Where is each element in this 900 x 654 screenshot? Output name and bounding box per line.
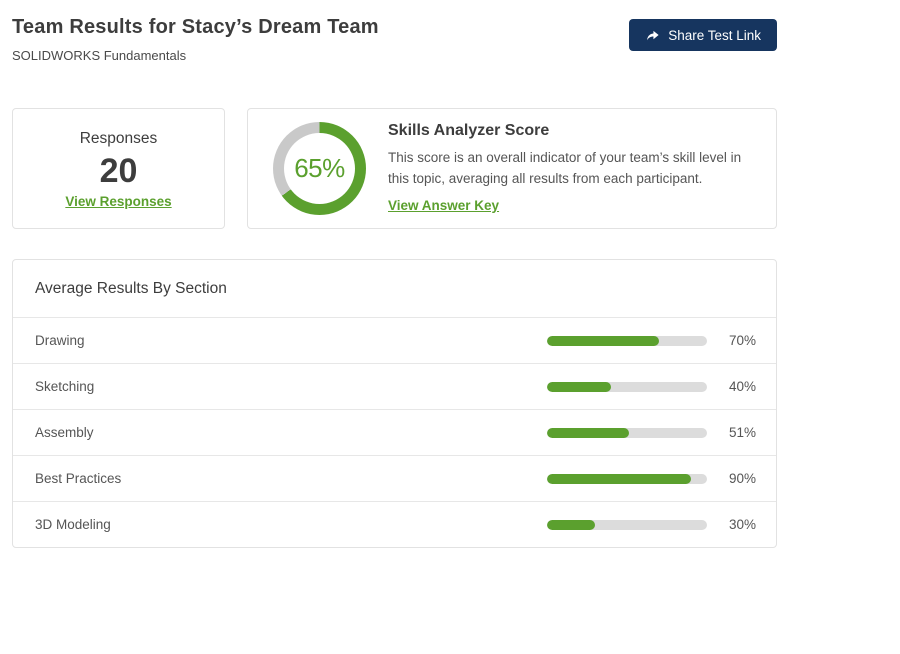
section-percent: 70% <box>728 333 756 348</box>
progress-bar <box>547 335 707 346</box>
section-label: Best Practices <box>35 471 122 486</box>
section-row-assembly: Assembly 51% <box>13 409 776 455</box>
section-percent: 90% <box>728 471 756 486</box>
section-row-drawing: Drawing 70% <box>13 317 776 363</box>
share-arrow-icon <box>645 28 660 43</box>
section-percent: 51% <box>728 425 756 440</box>
section-row-3d-modeling: 3D Modeling 30% <box>13 501 776 547</box>
section-percent: 30% <box>728 517 756 532</box>
share-test-link-button[interactable]: Share Test Link <box>629 19 777 51</box>
progress-bar-fill <box>547 335 659 346</box>
score-card-description: This score is an overall indicator of yo… <box>388 150 742 186</box>
sections-card-title: Average Results By Section <box>35 280 227 297</box>
skills-analyzer-card: 65% Skills Analyzer Score This score is … <box>247 108 777 229</box>
section-label: Sketching <box>35 379 95 394</box>
responses-card: Responses 20 View Responses <box>12 108 225 229</box>
section-row-sketching: Sketching 40% <box>13 363 776 409</box>
sections-card: Average Results By Section Drawing 70% S… <box>12 259 777 548</box>
summary-cards-row: Responses 20 View Responses 65% Skills A… <box>12 108 777 229</box>
page-title: Team Results for Stacy’s Dream Team <box>12 16 379 38</box>
section-label: Drawing <box>35 333 85 348</box>
score-card-title: Skills Analyzer Score <box>388 122 550 140</box>
page: Team Results for Stacy’s Dream Team SOLI… <box>12 0 777 548</box>
progress-bar-fill <box>547 473 691 484</box>
page-subtitle: SOLIDWORKS Fundamentals <box>12 48 187 63</box>
progress-bar <box>547 473 707 484</box>
progress-bar-fill <box>547 427 629 438</box>
view-responses-link[interactable]: View Responses <box>65 194 171 209</box>
progress-bar <box>547 381 707 392</box>
progress-bar <box>547 519 707 530</box>
page-header: Team Results for Stacy’s Dream Team SOLI… <box>12 16 777 63</box>
section-label: 3D Modeling <box>35 517 111 532</box>
responses-card-title: Responses <box>79 129 158 147</box>
view-answer-key-link[interactable]: View Answer Key <box>388 198 499 213</box>
progress-bar <box>547 427 707 438</box>
progress-bar-fill <box>547 381 611 392</box>
section-percent: 40% <box>728 379 756 394</box>
section-label: Assembly <box>35 425 94 440</box>
responses-count: 20 <box>99 151 138 190</box>
score-donut-chart: 65% <box>273 122 366 215</box>
score-donut-label: 65% <box>294 153 345 183</box>
share-button-label: Share Test Link <box>668 27 761 43</box>
section-row-best-practices: Best Practices 90% <box>13 455 776 501</box>
donut-hole: 65% <box>284 133 355 204</box>
title-block: Team Results for Stacy’s Dream Team SOLI… <box>12 16 379 63</box>
progress-bar-fill <box>547 519 595 530</box>
score-text-block: Skills Analyzer Score This score is an o… <box>388 122 776 215</box>
